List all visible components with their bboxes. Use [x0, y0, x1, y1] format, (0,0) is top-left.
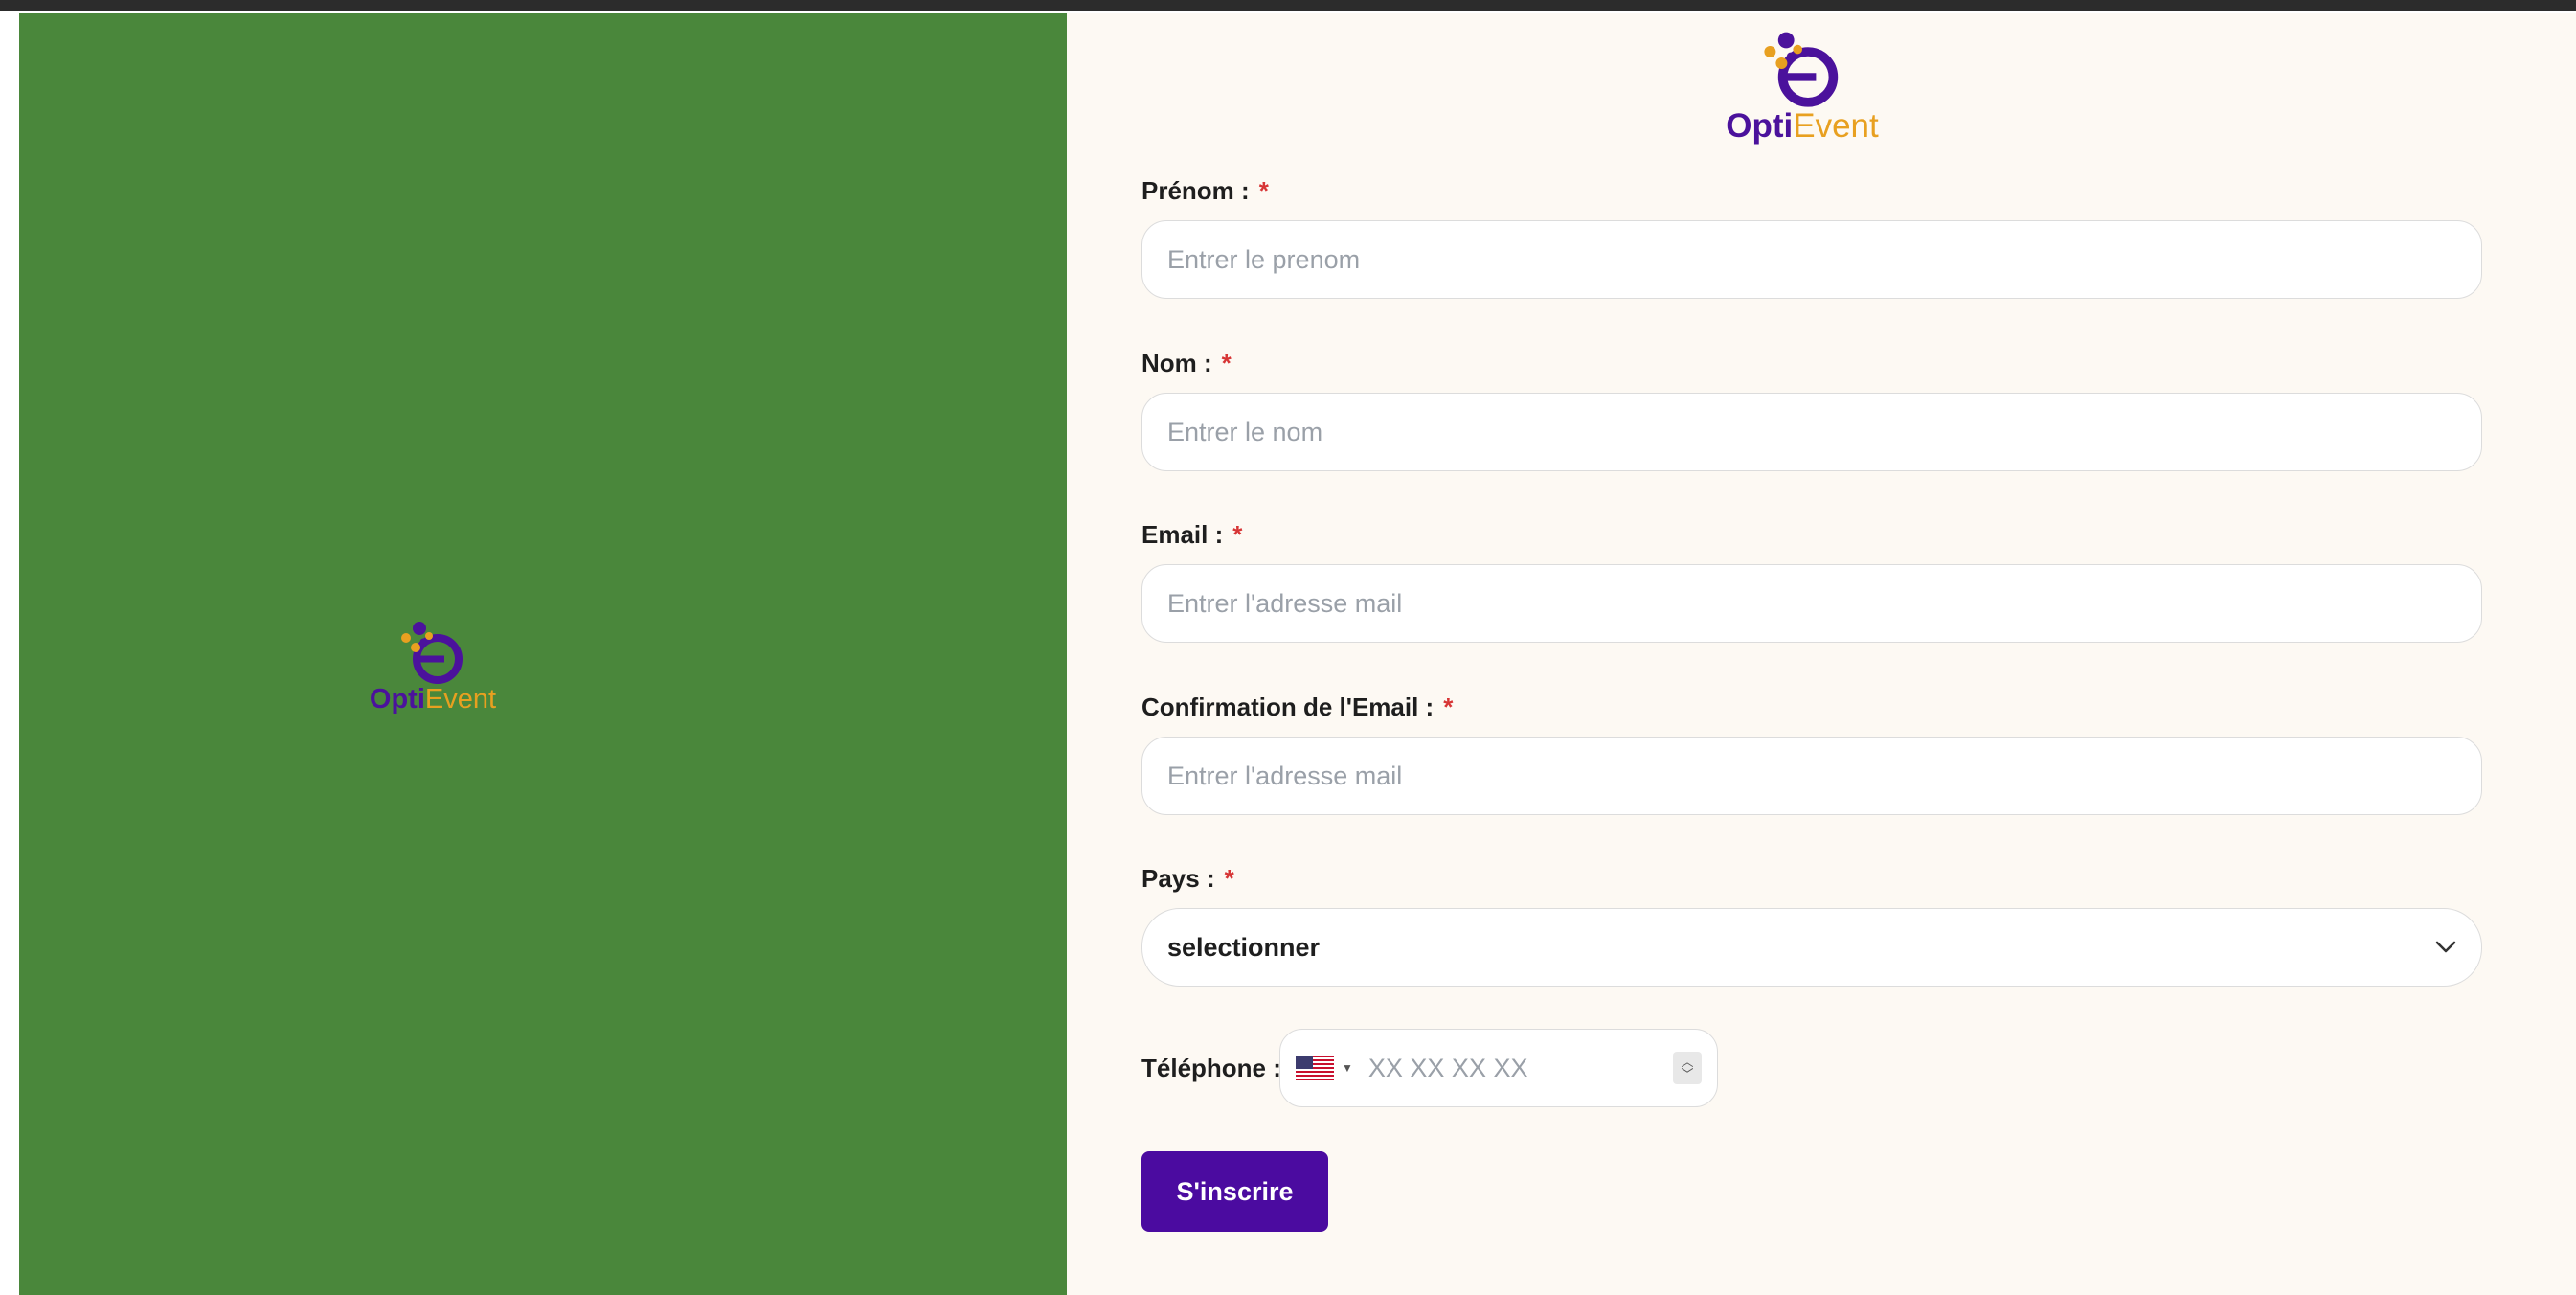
brand-logo-right: OptiEvent — [1687, 31, 1917, 143]
number-spinner[interactable]: ︿ ﹀ — [1673, 1052, 1702, 1084]
required-mark: * — [1232, 520, 1243, 549]
email-input[interactable] — [1141, 564, 2482, 643]
spinner-down-icon: ﹀ — [1681, 1067, 1694, 1081]
email-confirm-label-text: Confirmation de l'Email : — [1141, 693, 1435, 721]
brand-event: Event — [1793, 107, 1879, 145]
us-flag-icon — [1296, 1056, 1334, 1080]
required-mark: * — [1443, 693, 1454, 721]
nom-input[interactable] — [1141, 393, 2482, 471]
brand-opti: Opti — [369, 684, 425, 715]
register-button[interactable]: S'inscrire — [1141, 1151, 1328, 1232]
pays-select[interactable]: selectionner — [1141, 908, 2482, 987]
browser-top-bar — [0, 0, 2576, 13]
optievent-logo-icon — [401, 622, 463, 684]
caret-down-icon: ▼ — [1342, 1061, 1353, 1075]
telephone-input[interactable] — [1366, 1052, 1673, 1084]
required-mark: * — [1224, 864, 1234, 893]
brand-event: Event — [424, 684, 497, 715]
country-code-selector[interactable]: ▼ — [1296, 1056, 1367, 1080]
email-label: Email : * — [1141, 520, 1242, 550]
email-confirm-input[interactable] — [1141, 737, 2482, 815]
telephone-label: Téléphone : — [1141, 1054, 1281, 1082]
left-branding-panel — [19, 13, 1067, 1295]
brand-opti: Opti — [1726, 107, 1794, 145]
email-label-text: Email : — [1141, 520, 1224, 549]
pays-label: Pays : * — [1141, 864, 1234, 894]
prenom-label-text: Prénom : — [1141, 176, 1250, 205]
brand-name: OptiEvent — [351, 686, 514, 714]
telephone-field: ▼ ︿ ﹀ — [1279, 1029, 1718, 1107]
pays-label-text: Pays : — [1141, 864, 1215, 893]
nom-label: Nom : * — [1141, 349, 1232, 378]
nom-label-text: Nom : — [1141, 349, 1212, 377]
pays-selected-value: selectionner — [1167, 932, 1321, 962]
email-confirm-label: Confirmation de l'Email : * — [1141, 693, 1453, 722]
brand-name: OptiEvent — [1687, 109, 1917, 143]
brand-logo-left: OptiEvent — [351, 621, 514, 714]
prenom-label: Prénom : * — [1141, 176, 1269, 206]
required-mark: * — [1258, 176, 1269, 205]
optievent-logo-icon — [1764, 32, 1839, 107]
prenom-input[interactable] — [1141, 220, 2482, 299]
required-mark: * — [1221, 349, 1232, 377]
chevron-down-icon — [2435, 941, 2456, 953]
